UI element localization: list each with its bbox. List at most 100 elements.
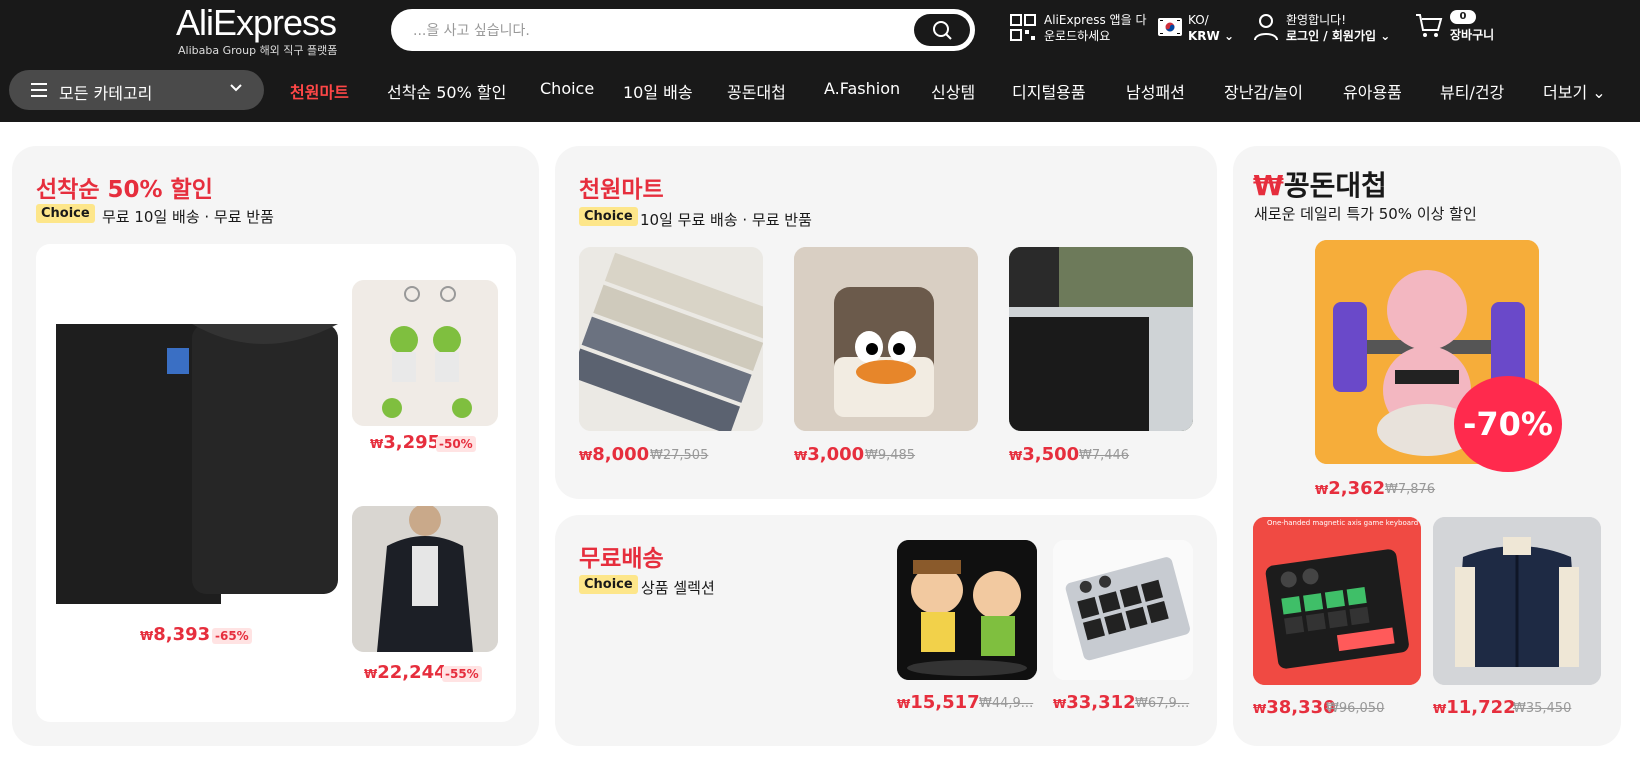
chevron-down-icon: ⌄ xyxy=(1223,29,1235,43)
discount-badge: -65% xyxy=(212,628,252,644)
nav-item-new-items[interactable]: 신상템 xyxy=(931,79,975,103)
discount-70-badge: -70% xyxy=(1454,376,1562,472)
nav-item-beauty[interactable]: 뷰티/건강 xyxy=(1440,79,1504,103)
product-image-toothpick-holder[interactable] xyxy=(794,247,978,431)
won-symbol: ₩ xyxy=(579,449,593,463)
price-value: 15,517 xyxy=(910,692,980,713)
chevron-down-icon: ⌄ xyxy=(1380,29,1391,43)
original-price: ₩96,050 xyxy=(1326,701,1385,716)
cart-icon[interactable] xyxy=(1415,12,1443,40)
search-bar xyxy=(391,9,975,51)
qr-code-icon[interactable] xyxy=(1010,14,1036,42)
product-price: ₩3,295 xyxy=(370,432,440,453)
original-price: ₩27,505 xyxy=(650,448,709,463)
product-price: ₩8,000 xyxy=(579,444,649,465)
price-value: 3,500 xyxy=(1022,444,1080,465)
all-categories-label: 모든 카테고리 xyxy=(59,84,153,103)
nav-item-more[interactable]: 더보기 ⌄ xyxy=(1543,79,1606,103)
original-price: ₩7,446 xyxy=(1079,448,1130,463)
logo-text: AliExpress xyxy=(176,2,337,43)
product-price: ₩33,312 xyxy=(1053,692,1136,713)
language-currency-selector[interactable]: KO/ KRW ⌄ xyxy=(1188,12,1234,44)
product-panel: ₩8,393 -65% ₩3,295 -50% ₩22,244 -55% xyxy=(36,244,516,722)
product-image-jacket[interactable] xyxy=(352,506,498,652)
card-subtitle: 상품 셀렉션 xyxy=(641,579,715,597)
choice-badge: Choice xyxy=(579,575,638,594)
product-price: ₩22,244 xyxy=(364,662,447,683)
keyboard-caption: One-handed magnetic axis game keyboard xyxy=(1267,519,1419,527)
more-label: 더보기 xyxy=(1543,83,1588,102)
original-price: ₩7,876 xyxy=(1385,482,1436,497)
search-icon xyxy=(933,21,952,40)
app-download-link[interactable]: AliExpress 앱을 다 운로드하세요 xyxy=(1044,12,1146,44)
choice-badge: Choice xyxy=(36,204,95,223)
first-come-sale-card[interactable]: 선착순 50% 할인 Choice 무료 10일 배송 · 무료 반품 ₩8,3… xyxy=(12,146,539,746)
search-button[interactable] xyxy=(914,14,970,46)
user-icon[interactable] xyxy=(1253,13,1279,41)
chevron-down-icon xyxy=(230,84,242,92)
product-image-track-jacket[interactable] xyxy=(1433,517,1601,685)
app-download-line1: AliExpress 앱을 다 xyxy=(1044,13,1147,27)
product-image-macro-keypad[interactable] xyxy=(1053,540,1193,680)
product-price: ₩8,393 xyxy=(140,624,210,645)
won-symbol: ₩ xyxy=(1253,702,1267,716)
search-input[interactable] xyxy=(413,20,893,42)
top-header: AliExpress Alibaba Group 해외 직구 플랫폼 AliEx… xyxy=(0,0,1640,122)
nav-item-afashion[interactable]: A.Fashion xyxy=(824,79,900,98)
original-price: ₩9,485 xyxy=(865,448,916,463)
discount-badge: -50% xyxy=(436,436,476,452)
won-symbol: ₩ xyxy=(1433,702,1447,716)
original-price: ₩67,9... xyxy=(1135,696,1190,711)
account-menu[interactable]: 환영합니다! 로그인 / 회원가입 ⌄ xyxy=(1286,12,1390,44)
discount-badge: -55% xyxy=(442,666,482,682)
app-download-line2: 운로드하세요 xyxy=(1044,29,1111,43)
nav-item-10day-delivery[interactable]: 10일 배송 xyxy=(623,79,693,103)
login-signup-link[interactable]: 로그인 / 회원가입 xyxy=(1286,29,1376,43)
nav-item-thousand-won-mart[interactable]: 천원마트 xyxy=(290,79,349,103)
product-price: ₩2,362 xyxy=(1315,478,1385,499)
won-symbol: ₩ xyxy=(364,667,378,681)
card-subtitle: 새로운 데일리 특가 50% 이상 할인 xyxy=(1254,205,1477,223)
nav-item-first-come-sale[interactable]: 선착순 50% 할인 xyxy=(387,79,506,103)
cart-count-badge: 0 xyxy=(1450,10,1476,24)
product-image-toy-keychain[interactable] xyxy=(352,280,498,426)
card-title: 천원마트 xyxy=(579,177,664,203)
currency-label: KRW xyxy=(1188,29,1220,43)
nav-item-mens-fashion[interactable]: 남성패션 xyxy=(1126,79,1185,103)
product-price: ₩15,517 xyxy=(897,692,980,713)
logo-subtitle: Alibaba Group 해외 직구 플랫폼 xyxy=(178,44,338,57)
welcome-text: 환영합니다! xyxy=(1286,13,1347,27)
card-title: 무료배송 xyxy=(579,546,664,572)
product-price: ₩38,330 xyxy=(1253,697,1336,718)
won-symbol: ₩ xyxy=(897,697,911,711)
won-symbol: ₩ xyxy=(370,437,384,451)
korea-flag-icon xyxy=(1158,18,1182,36)
price-value: 33,312 xyxy=(1066,692,1136,713)
cart-label[interactable]: 장바구니 xyxy=(1450,27,1494,43)
nav-item-kkongdon[interactable]: 꽁돈대첩 xyxy=(727,79,786,103)
product-image-vest[interactable] xyxy=(52,318,342,608)
price-value: 22,244 xyxy=(377,662,447,683)
product-image-gaming-keyboard[interactable]: One-handed magnetic axis game keyboard xyxy=(1253,517,1421,685)
all-categories-button[interactable]: 모든 카테고리 xyxy=(9,70,264,110)
free-shipping-card[interactable]: 무료배송 Choice 상품 셀렉션 ₩15,517 ₩44,9... ₩33,… xyxy=(555,515,1217,746)
price-value: 11,722 xyxy=(1446,697,1516,718)
nav-item-digital[interactable]: 디지털용품 xyxy=(1012,79,1086,103)
product-image-keycaps[interactable] xyxy=(579,247,763,431)
choice-badge: Choice xyxy=(579,207,638,226)
thousand-won-mart-card[interactable]: 천원마트 Choice 10일 무료 배송 · 무료 반품 ₩8,000 ₩27… xyxy=(555,146,1217,499)
product-price: ₩3,500 xyxy=(1009,444,1079,465)
kkongdon-logo[interactable]: ₩꽁돈대첩 xyxy=(1253,164,1387,204)
aliexpress-logo[interactable]: AliExpress Alibaba Group 해외 직구 플랫폼 xyxy=(176,2,356,57)
language-label: KO/ xyxy=(1188,13,1209,27)
card-subtitle: 무료 10일 배송 · 무료 반품 xyxy=(102,208,274,226)
product-image-figures[interactable] xyxy=(897,540,1037,680)
nav-item-toys[interactable]: 장난감/놀이 xyxy=(1224,79,1303,103)
price-value: 3,295 xyxy=(383,432,441,453)
product-price: ₩11,722 xyxy=(1433,697,1516,718)
product-image-car-sunshade[interactable] xyxy=(1009,247,1193,431)
nav-item-baby[interactable]: 유아용품 xyxy=(1343,79,1402,103)
price-value: 3,000 xyxy=(807,444,865,465)
nav-item-choice[interactable]: Choice xyxy=(540,79,594,98)
won-symbol: ₩ xyxy=(1009,449,1023,463)
